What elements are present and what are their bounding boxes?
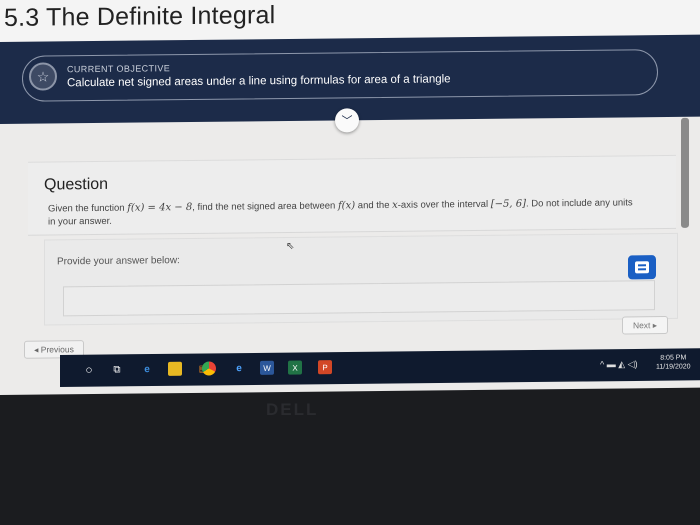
- objective-pill: ☆ CURRENT OBJECTIVE Calculate net signed…: [22, 49, 658, 102]
- browser-screen: 5.3 The Definite Integral ☆ CURRENT OBJE…: [0, 0, 700, 396]
- question-heading: Question: [44, 175, 109, 194]
- clock-date: 11/19/2020: [656, 363, 691, 371]
- objective-text: Calculate net signed areas under a line …: [67, 73, 451, 90]
- mouse-cursor-icon: ⇖: [286, 240, 295, 253]
- function-short: f(x): [337, 200, 356, 212]
- cortana-search-icon[interactable]: ○: [82, 363, 96, 377]
- taskbar-clock[interactable]: 8:05 PM 11/19/2020: [656, 353, 691, 371]
- excel-icon[interactable]: X: [288, 360, 302, 375]
- chevron-down-icon: ﹀: [341, 115, 353, 128]
- expand-objective-button[interactable]: ﹀: [335, 108, 359, 133]
- chrome-icon[interactable]: [202, 361, 216, 376]
- interval-expression: [−5, 6]: [490, 198, 526, 210]
- windows-taskbar: ○ ⧉ e ▤ e W X P ^ ▬ ◭ ◁) 8:05 PM 11/19/2…: [60, 348, 700, 387]
- objective-label: CURRENT OBJECTIVE: [67, 63, 171, 75]
- page-title: 5.3 The Definite Integral: [4, 1, 276, 32]
- question-card: Question Given the function f(x) = 4x − …: [28, 154, 676, 236]
- function-expression: f(x) = 4x − 8: [127, 201, 193, 214]
- scrollbar[interactable]: [681, 117, 689, 228]
- dell-logo: DELL: [266, 400, 319, 419]
- word-icon[interactable]: W: [260, 360, 274, 375]
- question-text-part: and the: [355, 199, 393, 212]
- clock-time: 8:05 PM: [660, 354, 687, 362]
- powerpoint-icon[interactable]: P: [318, 360, 332, 375]
- answer-input[interactable]: [63, 280, 655, 317]
- question-text-part: -axis over the interval: [397, 198, 491, 211]
- next-button[interactable]: Next ▸: [622, 316, 668, 335]
- answer-card: Provide your answer below:: [44, 232, 678, 326]
- task-view-icon[interactable]: ⧉: [110, 362, 124, 376]
- internet-explorer-icon[interactable]: e: [232, 361, 246, 375]
- notepad-icon: [635, 261, 649, 274]
- system-tray[interactable]: ^ ▬ ◭ ◁): [600, 359, 638, 370]
- file-explorer-icon[interactable]: [168, 361, 182, 376]
- question-text-part: , find the net signed area between: [192, 200, 338, 213]
- star-icon: ☆: [29, 62, 57, 91]
- notes-button[interactable]: [628, 255, 656, 280]
- edge-icon[interactable]: e: [140, 362, 154, 376]
- question-text: Given the function f(x) = 4x − 8, find t…: [48, 196, 638, 228]
- answer-prompt: Provide your answer below:: [57, 255, 180, 268]
- question-text-part: Given the function: [48, 202, 128, 215]
